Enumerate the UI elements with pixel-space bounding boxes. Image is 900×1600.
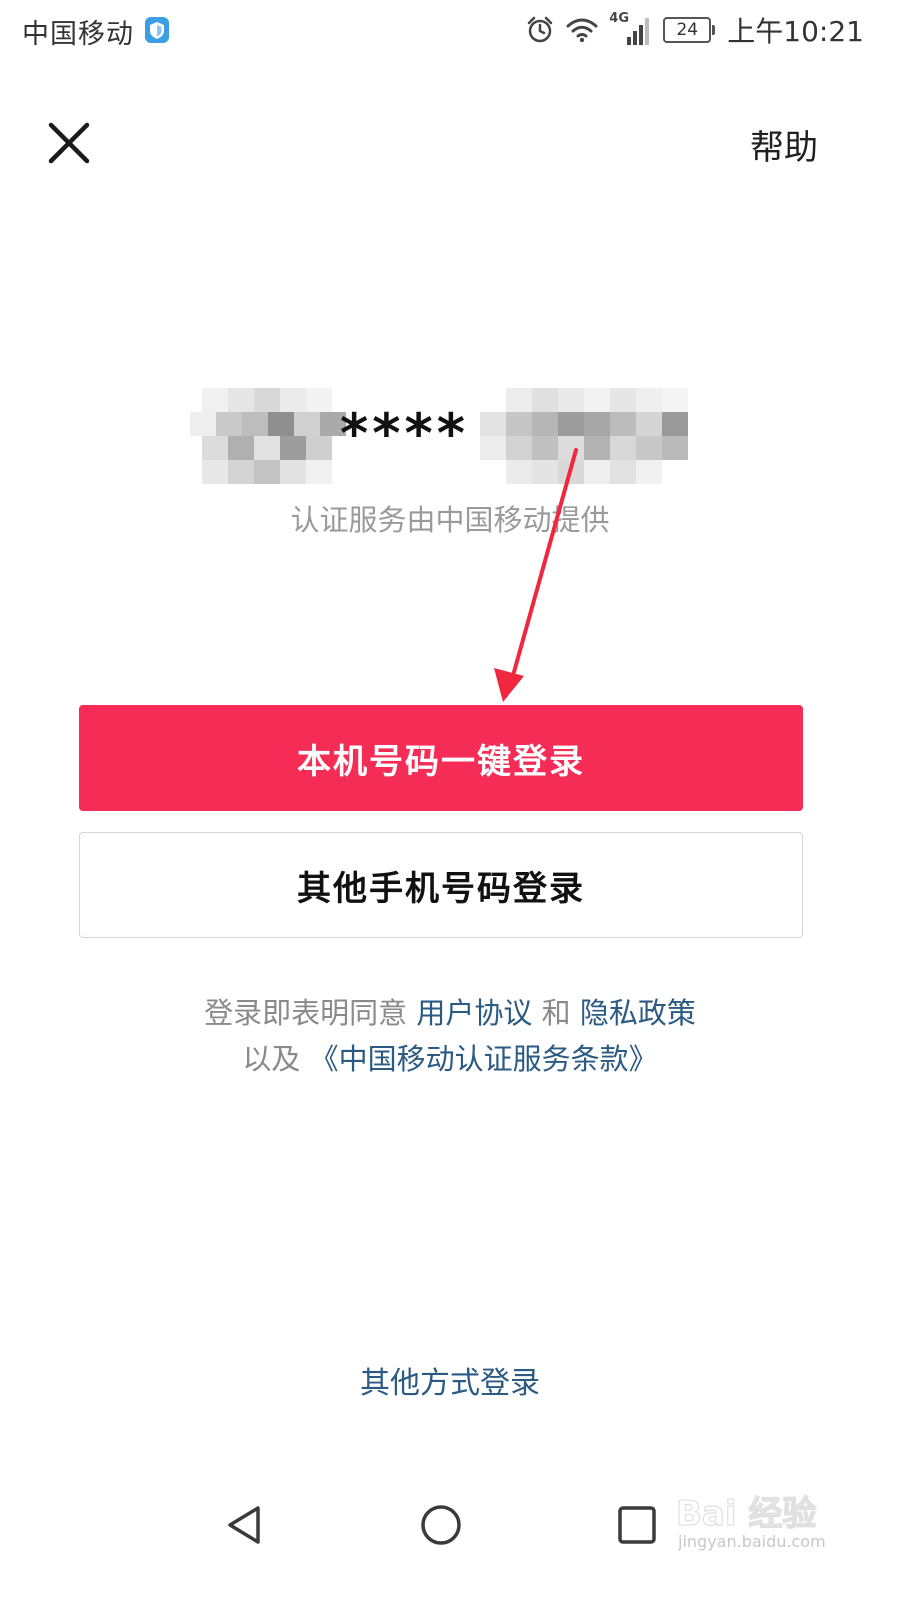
auth-provider-text: 认证服务由中国移动提供 <box>290 503 610 537</box>
agreement-line-2: 以及 《中国移动认证服务条款》 <box>0 1036 900 1082</box>
other-phone-login-button[interactable]: 其他手机号码登录 <box>79 832 803 938</box>
status-icons: 4G 24 上午10:21 <box>525 10 864 50</box>
other-methods-container: 其他方式登录 <box>0 1358 900 1402</box>
cmcc-terms-link[interactable]: 《中国移动认证服务条款》 <box>310 1042 658 1076</box>
one-click-login-button[interactable]: 本机号码一键登录 <box>79 705 803 811</box>
alarm-icon <box>528 16 553 43</box>
shield-icon <box>145 17 169 43</box>
agreement-and: 和 <box>541 996 571 1030</box>
help-link[interactable]: 帮助 <box>750 120 818 169</box>
user-agreement-link[interactable]: 用户协议 <box>416 996 532 1030</box>
agreement-prefix: 登录即表明同意 <box>204 996 408 1030</box>
masked-phone-number: **** <box>0 380 900 490</box>
home-circle-icon[interactable] <box>416 1500 466 1550</box>
pixelated-digits-right <box>480 388 690 488</box>
close-icon[interactable] <box>40 114 98 172</box>
watermark-url: jingyan.baidu.com <box>678 1532 826 1551</box>
back-triangle-icon[interactable] <box>220 1500 270 1550</box>
agreement-line-1: 登录即表明同意 用户协议 和 隐私政策 <box>0 990 900 1036</box>
privacy-policy-link[interactable]: 隐私政策 <box>580 996 696 1030</box>
other-login-methods-link[interactable]: 其他方式登录 <box>360 1366 540 1401</box>
wifi-icon <box>566 18 598 43</box>
cellular-signal-icon: 4G <box>609 11 653 47</box>
agreement-text: 登录即表明同意 用户协议 和 隐私政策 以及 《中国移动认证服务条款》 <box>0 990 900 1082</box>
carrier-name: 中国移动 <box>22 19 134 50</box>
masked-digits: **** <box>340 402 469 465</box>
agreement-also: 以及 <box>242 1042 301 1076</box>
clock: 上午10:21 <box>727 15 864 48</box>
status-bar: 中国移动 4G 24 上午10:21 <box>0 0 900 62</box>
watermark-text: Bai 经验 <box>676 1494 816 1534</box>
battery-icon: 24 <box>663 17 716 43</box>
pixelated-digits-left <box>190 388 346 488</box>
recent-apps-square-icon[interactable] <box>612 1500 662 1550</box>
